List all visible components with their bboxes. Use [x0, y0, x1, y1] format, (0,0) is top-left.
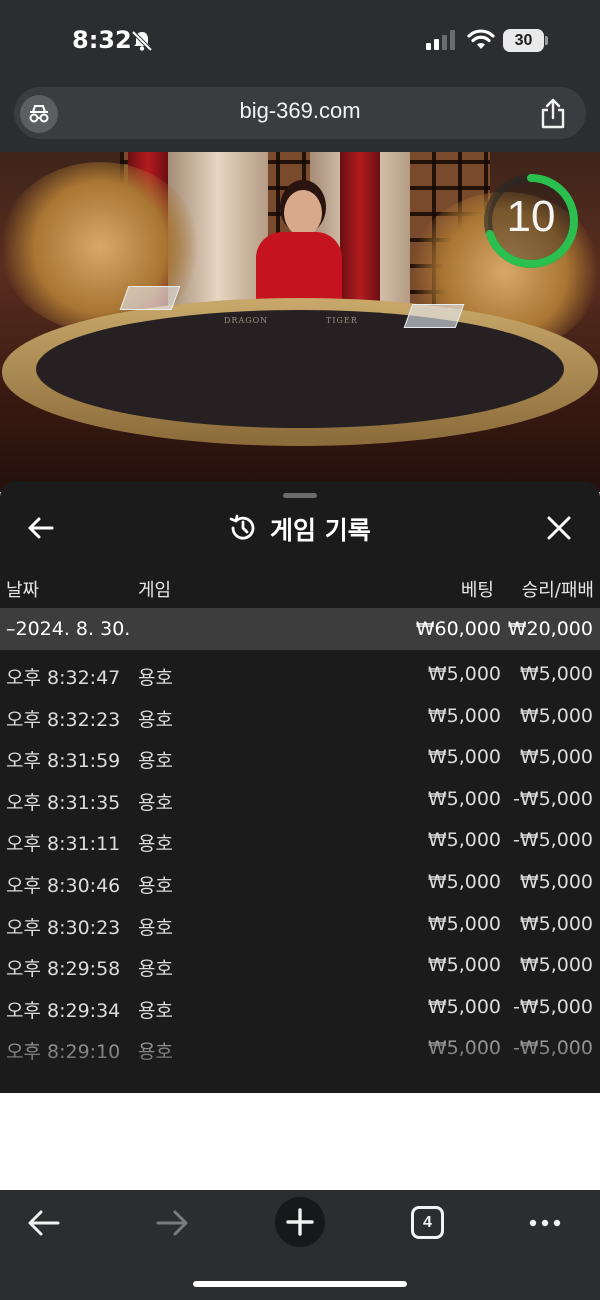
history-row[interactable]: 오후 8:31:35 용호 ₩5,000 -₩5,000: [0, 778, 600, 820]
panel-title: 게임 기록: [270, 516, 371, 545]
row-game: 용호: [138, 791, 173, 814]
tab-switcher-icon[interactable]: 4: [411, 1206, 444, 1239]
row-bet: ₩5,000: [427, 995, 501, 1018]
browser-top-chrome: 8:32 30 big-369.com: [0, 0, 600, 152]
row-time: 오후 8:29:34: [6, 999, 121, 1022]
new-tab-button[interactable]: [275, 1197, 325, 1247]
row-bet: ₩5,000: [427, 954, 501, 977]
column-header-game: 게임: [138, 580, 172, 601]
drag-handle[interactable]: [283, 493, 317, 498]
row-game: 용호: [138, 833, 173, 856]
row-result: -₩5,000: [512, 829, 593, 852]
new-tab-plus-icon: [286, 1208, 314, 1236]
back-arrow-icon[interactable]: [24, 511, 58, 545]
share-icon[interactable]: [538, 98, 568, 130]
row-result: ₩5,000: [519, 871, 593, 893]
row-game: 용호: [138, 916, 173, 939]
row-time: 오후 8:30:46: [6, 875, 121, 897]
status-time: 8:32: [72, 26, 132, 54]
row-time: 오후 8:31:59: [6, 750, 121, 773]
row-bet: ₩5,000: [427, 829, 501, 852]
row-time: 오후 8:32:23: [6, 708, 121, 731]
history-row[interactable]: 오후 8:29:34 용호 ₩5,000 -₩5,000: [0, 986, 600, 1028]
group-total-result: ₩20,000: [507, 618, 593, 640]
discard-tray: [403, 304, 465, 328]
column-header-bet: 베팅: [460, 580, 494, 601]
row-game: 용호: [138, 667, 173, 689]
more-icon[interactable]: [525, 1203, 565, 1243]
group-date: –2024. 8. 30.: [6, 618, 131, 640]
card-shoe: [119, 286, 181, 310]
history-row[interactable]: 오후 8:30:23 용호 ₩5,000 ₩5,000: [0, 903, 600, 945]
table-label-tiger: TIGER: [326, 316, 358, 325]
row-time: 오후 8:29:58: [6, 958, 121, 981]
dealer: [284, 190, 322, 236]
row-bet: ₩5,000: [427, 871, 501, 893]
back-icon[interactable]: [24, 1203, 64, 1243]
row-game: 용호: [138, 708, 173, 731]
history-row[interactable]: 오후 8:31:11 용호 ₩5,000 -₩5,000: [0, 819, 600, 861]
row-result: ₩5,000: [519, 663, 593, 685]
row-bet: ₩5,000: [427, 663, 501, 685]
row-bet: ₩5,000: [427, 704, 501, 727]
row-result: -₩5,000: [512, 787, 593, 810]
table-felt: [36, 310, 564, 428]
history-row[interactable]: 오후 8:31:59 용호 ₩5,000 ₩5,000: [0, 736, 600, 778]
row-game: 용호: [138, 958, 173, 981]
row-result: ₩5,000: [519, 912, 593, 935]
history-row[interactable]: 오후 8:32:23 용호 ₩5,000 ₩5,000: [0, 695, 600, 737]
close-icon[interactable]: [542, 511, 576, 545]
group-total-bet: ₩60,000: [415, 618, 501, 640]
row-time: 오후 8:32:47: [6, 667, 121, 689]
countdown-number: 10: [506, 192, 556, 241]
row-result: -₩5,000: [512, 995, 593, 1018]
list-fade-overlay: [0, 1029, 600, 1093]
game-history-panel: 게임 기록 날짜 게임 베팅 승리/패배 –2024. 8. 30. ₩60,0…: [0, 481, 600, 1093]
row-result: ₩5,000: [519, 746, 593, 769]
cellular-signal-icon: [426, 30, 455, 50]
row-bet: ₩5,000: [427, 912, 501, 935]
url-text[interactable]: big-369.com: [100, 98, 500, 124]
history-row[interactable]: 오후 8:30:46 용호 ₩5,000 ₩5,000: [0, 861, 600, 903]
history-row[interactable]: 오후 8:29:58 용호 ₩5,000 ₩5,000: [0, 944, 600, 986]
row-bet: ₩5,000: [427, 746, 501, 769]
row-time: 오후 8:30:23: [6, 916, 121, 939]
date-group-row[interactable]: –2024. 8. 30. ₩60,000 ₩20,000: [0, 608, 600, 650]
wifi-icon: [467, 29, 495, 49]
battery-level: 30: [503, 29, 544, 52]
history-icon: [229, 514, 255, 540]
row-game: 용호: [138, 999, 173, 1022]
row-result: ₩5,000: [519, 704, 593, 727]
row-bet: ₩5,000: [427, 787, 501, 810]
table-label-dragon: DRAGON: [224, 316, 269, 325]
forward-icon[interactable]: [152, 1203, 192, 1243]
row-time: 오후 8:31:11: [6, 833, 121, 856]
incognito-icon[interactable]: [20, 95, 58, 133]
row-time: 오후 8:31:35: [6, 791, 121, 814]
history-row[interactable]: 오후 8:32:47 용호 ₩5,000 ₩5,000: [0, 653, 600, 695]
battery-icon: 30: [503, 29, 549, 52]
home-indicator[interactable]: [193, 1281, 407, 1287]
row-result: ₩5,000: [519, 954, 593, 977]
bell-slash-icon: [131, 30, 153, 52]
row-game: 용호: [138, 750, 173, 773]
row-game: 용호: [138, 875, 173, 897]
column-header-date: 날짜: [6, 580, 40, 601]
column-header-result: 승리/패배: [521, 580, 594, 601]
